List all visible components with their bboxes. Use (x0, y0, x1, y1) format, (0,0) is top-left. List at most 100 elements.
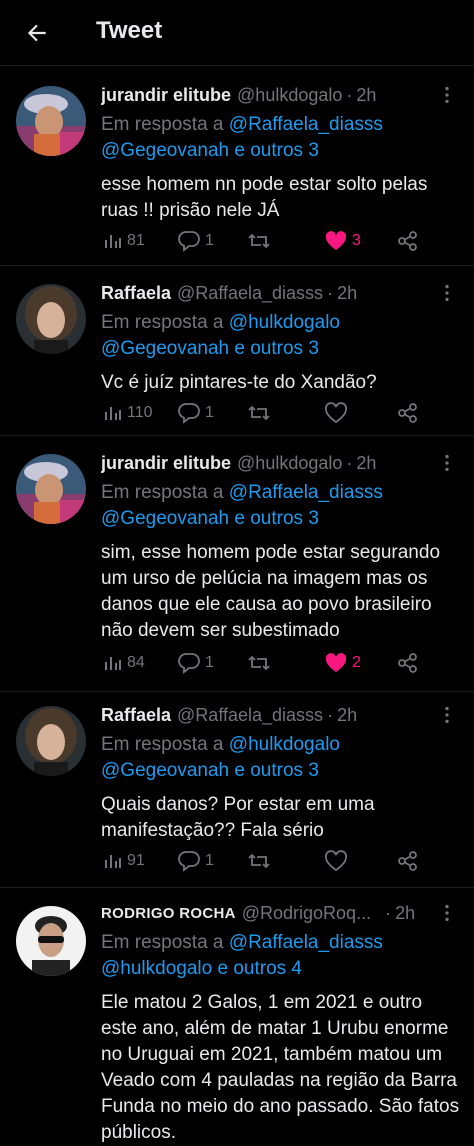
author-handle[interactable]: @Raffaela_diasss (177, 283, 323, 304)
more-button[interactable] (436, 282, 458, 304)
separator: · (346, 84, 353, 105)
reply-count: 1 (205, 404, 214, 421)
heart-icon (324, 402, 348, 424)
mention-link[interactable]: @hulkdogalo (101, 958, 212, 979)
retweet-button[interactable] (247, 230, 275, 252)
views-chart-icon (105, 235, 121, 248)
author-name[interactable]: jurandir elitube (101, 85, 231, 106)
retweet-icon (248, 853, 270, 869)
avatar[interactable] (16, 284, 86, 354)
views-button[interactable]: 84 (103, 653, 145, 673)
mention-link[interactable]: @Raffaela_diasss (229, 932, 383, 953)
views-button[interactable]: 110 (103, 403, 153, 423)
more-dots-icon (445, 706, 449, 724)
views-button[interactable]: 91 (103, 851, 145, 871)
share-button[interactable] (397, 402, 419, 424)
views-chart-icon (105, 855, 121, 868)
timestamp[interactable]: 2h (337, 705, 357, 726)
like-count: 3 (352, 232, 361, 249)
reply-others-link[interactable]: e outros 3 (234, 508, 319, 529)
reply-prefix: Em resposta a (101, 114, 224, 135)
more-button[interactable] (436, 902, 458, 924)
tweet[interactable]: jurandir elitube @hulkdogalo · 2h Em res… (0, 436, 474, 692)
reply-button[interactable]: 1 (177, 652, 214, 674)
more-button[interactable] (436, 704, 458, 726)
reply-context: Em resposta a @Raffaela_diasss @Gegeovan… (101, 112, 460, 164)
reply-button[interactable]: 1 (177, 402, 214, 424)
author-handle[interactable]: @hulkdogalo (237, 453, 342, 474)
author-handle[interactable]: @Raffaela_diasss (177, 705, 323, 726)
timestamp[interactable]: 2h (356, 453, 376, 474)
tweet[interactable]: jurandir elitube @hulkdogalo · 2h Em res… (0, 66, 474, 266)
tweet-meta: jurandir elitube @hulkdogalo · 2h (101, 450, 460, 476)
share-icon (398, 653, 417, 673)
share-button[interactable] (397, 850, 419, 872)
reply-others-link[interactable]: e outros 4 (217, 958, 302, 979)
more-dots-icon (445, 454, 449, 472)
mention-link[interactable]: @Gegeovanah (101, 508, 229, 529)
reply-count: 1 (205, 232, 214, 249)
reply-button[interactable]: 1 (177, 230, 214, 252)
reply-others-link[interactable]: e outros 3 (234, 760, 319, 781)
author-name[interactable]: Raffaela (101, 705, 171, 726)
retweet-icon (248, 405, 270, 421)
share-button[interactable] (397, 652, 419, 674)
timestamp[interactable]: 2h (337, 283, 357, 304)
retweet-button[interactable] (247, 850, 275, 872)
back-button[interactable] (18, 14, 56, 52)
reply-count: 1 (205, 852, 214, 869)
back-arrow-icon (27, 24, 46, 42)
author-name[interactable]: Raffaela (101, 283, 171, 304)
reply-button[interactable]: 1 (177, 850, 214, 872)
more-button[interactable] (436, 84, 458, 106)
share-icon (398, 403, 417, 423)
share-button[interactable] (397, 230, 419, 252)
reply-prefix: Em resposta a (101, 932, 224, 953)
reply-others-link[interactable]: e outros 3 (234, 338, 319, 359)
tweet[interactable]: Raffaela @Raffaela_diasss · 2h Em respos… (0, 266, 474, 436)
share-icon (398, 231, 417, 251)
views-button[interactable]: 81 (103, 231, 145, 251)
mention-link[interactable]: @hulkdogalo (229, 734, 340, 755)
author-handle[interactable]: @hulkdogalo (237, 85, 342, 106)
mention-link[interactable]: @Raffaela_diasss (229, 482, 383, 503)
more-button[interactable] (436, 452, 458, 474)
avatar[interactable] (16, 706, 86, 776)
like-button[interactable]: 3 (324, 230, 361, 252)
views-count: 91 (127, 852, 145, 869)
timestamp[interactable]: 2h (356, 85, 376, 106)
mention-link[interactable]: @hulkdogalo (229, 312, 340, 333)
like-button[interactable] (324, 850, 352, 872)
separator: · (327, 704, 334, 725)
avatar[interactable] (16, 906, 86, 976)
tweet[interactable]: RODRIGO ROCHA @RodrigoRoq... · 2h Em res… (0, 888, 474, 1146)
top-bar: Tweet (0, 0, 474, 66)
reply-context: Em resposta a @hulkdogalo @Gegeovanah e … (101, 732, 460, 784)
retweet-button[interactable] (247, 652, 275, 674)
tweet[interactable]: Raffaela @Raffaela_diasss · 2h Em respos… (0, 692, 474, 888)
author-handle[interactable]: @RodrigoRoq... (242, 903, 371, 924)
mention-link[interactable]: @Gegeovanah (101, 140, 229, 161)
heart-icon (325, 231, 347, 250)
mention-link[interactable]: @Raffaela_diasss (229, 114, 383, 135)
separator: · (346, 452, 353, 473)
like-button[interactable]: 2 (324, 652, 361, 674)
author-name[interactable]: jurandir elitube (101, 453, 231, 474)
like-count: 2 (352, 654, 361, 671)
avatar[interactable] (16, 454, 86, 524)
avatar[interactable] (16, 86, 86, 156)
reply-context: Em resposta a @Raffaela_diasss @Gegeovan… (101, 480, 460, 532)
like-button[interactable] (324, 402, 352, 424)
mention-link[interactable]: @Gegeovanah (101, 338, 229, 359)
views-chart-icon (105, 407, 121, 420)
retweet-button[interactable] (247, 402, 275, 424)
reply-bubble-icon (178, 653, 200, 674)
timestamp[interactable]: 2h (395, 903, 415, 924)
separator: · (385, 902, 392, 923)
reply-context: Em resposta a @hulkdogalo @Gegeovanah e … (101, 310, 460, 362)
reply-others-link[interactable]: e outros 3 (234, 140, 319, 161)
mention-link[interactable]: @Gegeovanah (101, 760, 229, 781)
views-count: 84 (127, 654, 145, 671)
views-chart-icon (105, 657, 121, 670)
author-name[interactable]: RODRIGO ROCHA (101, 905, 236, 922)
